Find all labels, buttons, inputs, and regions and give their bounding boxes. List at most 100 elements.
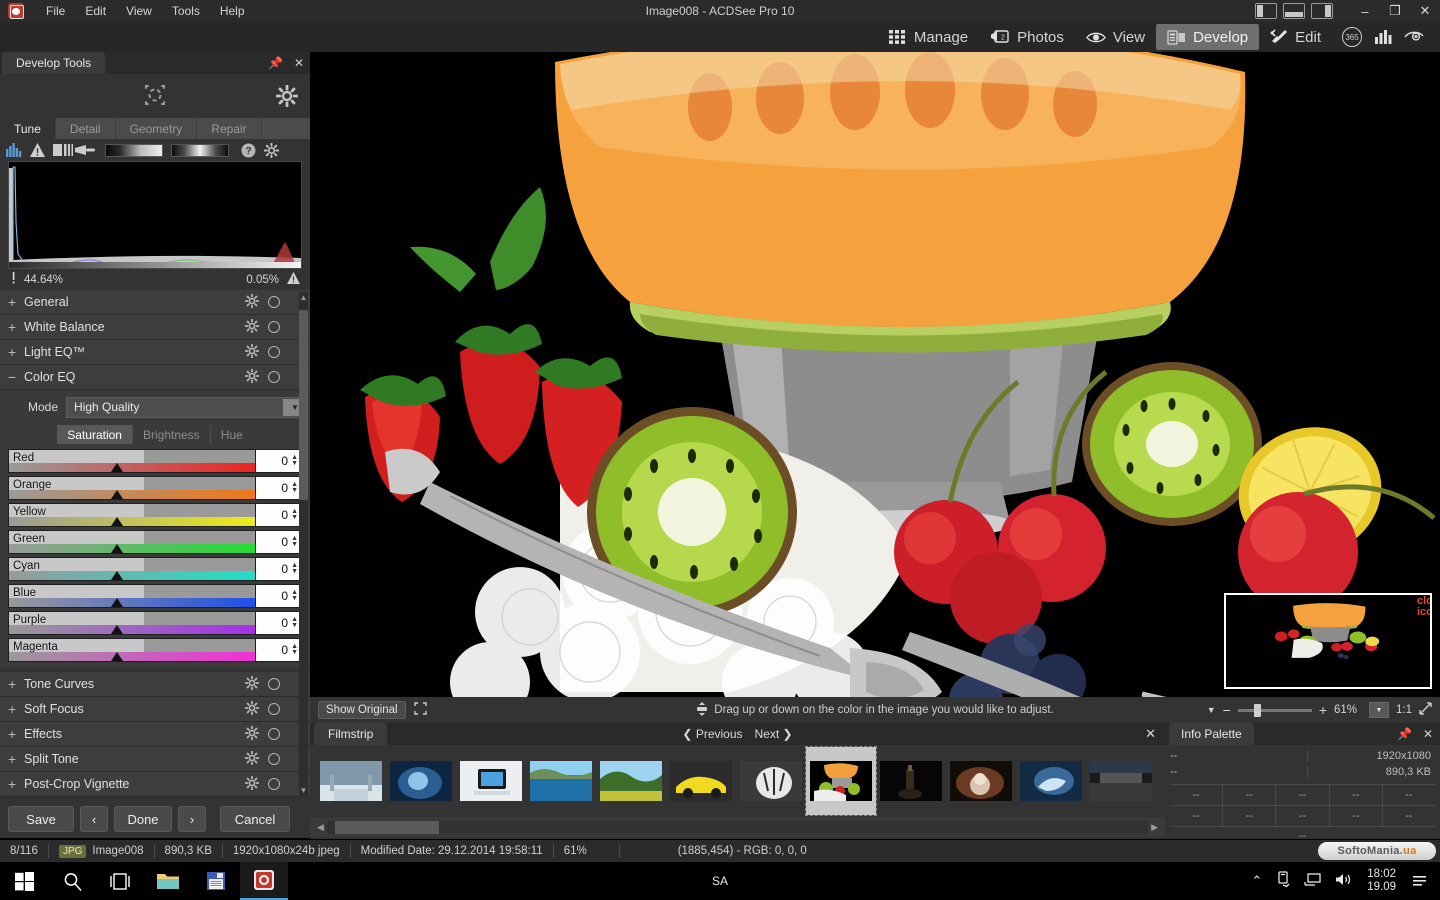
done-button[interactable]: Done	[114, 806, 172, 832]
help-icon[interactable]: ?	[241, 143, 256, 158]
section-soft-focus[interactable]: + Soft Focus	[0, 697, 310, 722]
slider-value-field[interactable]: 0 ▲ ▼	[255, 639, 301, 661]
slider-purple[interactable]: Purple 0 ▲ ▼	[8, 611, 302, 635]
bottom-panel-toggle[interactable]	[1283, 3, 1305, 19]
subtab-repair[interactable]: Repair	[197, 118, 262, 139]
filmstrip-close-icon[interactable]: ✕	[1145, 726, 1156, 742]
slider-value-field[interactable]: 0 ▲ ▼	[255, 585, 301, 607]
minimize-button[interactable]: –	[1350, 0, 1380, 22]
zoom-slider-knob[interactable]	[1253, 703, 1261, 717]
filmstrip-thumb-warm-portrait[interactable]	[946, 747, 1016, 815]
eye-compare-icon[interactable]	[1404, 29, 1424, 46]
menu-help[interactable]: Help	[210, 1, 255, 21]
slider-green[interactable]: Green 0 ▲ ▼	[8, 530, 302, 554]
zoom-in-button[interactable]: +	[1319, 702, 1327, 718]
zoom-slider[interactable]	[1237, 703, 1312, 717]
slider-thumb[interactable]	[111, 490, 124, 499]
section-effects[interactable]: + Effects	[0, 722, 310, 747]
spinner-arrows[interactable]: ▲ ▼	[291, 535, 298, 548]
gear-icon[interactable]	[244, 675, 260, 693]
spinner-arrows[interactable]: ▲ ▼	[291, 454, 298, 467]
slider-blue[interactable]: Blue 0 ▲ ▼	[8, 584, 302, 608]
close-button[interactable]: ✕	[1410, 0, 1440, 22]
slider-value-field[interactable]: 0 ▲ ▼	[255, 612, 301, 634]
pin-icon[interactable]: 📌	[268, 56, 283, 70]
volume-icon[interactable]	[1335, 872, 1353, 890]
scroll-up-arrow[interactable]: ▲	[299, 292, 308, 304]
gear-icon[interactable]	[244, 318, 260, 336]
close-icon[interactable]: ✕	[1423, 727, 1433, 741]
gear-icon[interactable]	[244, 775, 260, 793]
section-general[interactable]: + General	[0, 290, 310, 315]
spinner-arrows[interactable]: ▲ ▼	[291, 508, 298, 521]
badge-365[interactable]: 365	[1342, 27, 1362, 47]
reset-icon[interactable]	[268, 728, 280, 740]
reset-icon[interactable]	[268, 296, 280, 308]
filmstrip-scroll-thumb[interactable]	[334, 820, 439, 834]
slider-thumb[interactable]	[111, 463, 124, 472]
develop-scrollbar[interactable]: ▲ ▼	[299, 292, 308, 797]
tray-chevron-icon[interactable]: ⌃	[1251, 873, 1262, 889]
slider-thumb[interactable]	[111, 571, 124, 580]
navigator-thumbnail[interactable]: close-icon	[1224, 593, 1432, 689]
save-button[interactable]: Save	[8, 806, 74, 832]
slider-value-field[interactable]: 0 ▲ ▼	[255, 450, 301, 472]
subtab-geometry[interactable]: Geometry	[116, 118, 198, 139]
slider-track[interactable]: Purple	[9, 612, 255, 634]
section-light-eq[interactable]: + Light EQ™	[0, 340, 310, 365]
cancel-button[interactable]: Cancel	[220, 806, 290, 832]
search-button[interactable]	[48, 862, 96, 900]
section-color-eq[interactable]: − Color EQ	[0, 365, 310, 390]
gear-icon[interactable]	[244, 725, 260, 743]
file-explorer-button[interactable]	[144, 862, 192, 900]
gear-icon[interactable]	[244, 368, 260, 386]
mode-develop[interactable]: Develop	[1156, 24, 1260, 50]
filmstrip-thumb-dark-bottle[interactable]	[876, 747, 946, 815]
slider-orange[interactable]: Orange 0 ▲ ▼	[8, 476, 302, 500]
slider-value-field[interactable]: 0 ▲ ▼	[255, 477, 301, 499]
histogram[interactable]	[8, 161, 302, 269]
gear-icon[interactable]	[244, 700, 260, 718]
slider-thumb[interactable]	[111, 517, 124, 526]
info-palette-tab[interactable]: Info Palette	[1169, 723, 1254, 745]
bar-chart-icon[interactable]	[1374, 28, 1392, 47]
section-post-crop-vignette[interactable]: + Post-Crop Vignette	[0, 772, 310, 797]
slider-red[interactable]: Red 0 ▲ ▼	[8, 449, 302, 473]
next-button[interactable]: Next ❯	[755, 727, 793, 741]
scrollbar-thumb[interactable]	[299, 310, 308, 500]
mode-combobox[interactable]: High Quality ▼	[66, 396, 302, 418]
section-split-tone[interactable]: + Split Tone	[0, 747, 310, 772]
gradient-strip-shadow[interactable]	[105, 143, 163, 157]
expand-icon[interactable]	[413, 702, 427, 718]
filmstrip-thumb-yellow-sportscar[interactable]	[666, 747, 736, 815]
filmstrip-thumb-blue-horse[interactable]	[1016, 747, 1086, 815]
notification-center-button[interactable]	[1410, 871, 1430, 891]
reset-icon[interactable]	[268, 778, 280, 790]
spinner-arrows[interactable]: ▲ ▼	[291, 562, 298, 575]
filmstrip-thumb-green-valley[interactable]	[596, 747, 666, 815]
show-original-button[interactable]: Show Original	[318, 701, 406, 719]
reset-icon[interactable]	[268, 321, 280, 333]
mode-edit[interactable]: Edit	[1259, 24, 1332, 50]
slider-track[interactable]: Green	[9, 531, 255, 553]
fit-screen-icon[interactable]	[1419, 702, 1432, 718]
filmstrip-thumb-snow-pier[interactable]	[316, 747, 386, 815]
previous-button[interactable]: ❮ Previous	[682, 727, 742, 741]
reset-icon[interactable]	[268, 678, 280, 690]
filmstrip-scroll-track[interactable]	[326, 820, 1149, 834]
slider-value-field[interactable]: 0 ▲ ▼	[255, 531, 301, 553]
gradient-strip-highlight[interactable]	[171, 143, 229, 157]
slider-value-field[interactable]: 0 ▲ ▼	[255, 558, 301, 580]
menu-file[interactable]: File	[36, 1, 75, 21]
slider-track[interactable]: Red	[9, 450, 255, 472]
slider-magenta[interactable]: Magenta 0 ▲ ▼	[8, 638, 302, 662]
menu-tools[interactable]: Tools	[162, 1, 210, 21]
slider-track[interactable]: Blue	[9, 585, 255, 607]
filmstrip-thumb-blue-winter-wolf[interactable]	[386, 747, 456, 815]
slider-yellow[interactable]: Yellow 0 ▲ ▼	[8, 503, 302, 527]
brush-icon[interactable]	[53, 143, 97, 157]
develop-tools-tab[interactable]: Develop Tools	[2, 52, 106, 74]
tab-saturation[interactable]: Saturation	[57, 425, 133, 444]
section-tone-curves[interactable]: + Tone Curves	[0, 672, 310, 697]
tab-brightness[interactable]: Brightness	[133, 425, 211, 444]
